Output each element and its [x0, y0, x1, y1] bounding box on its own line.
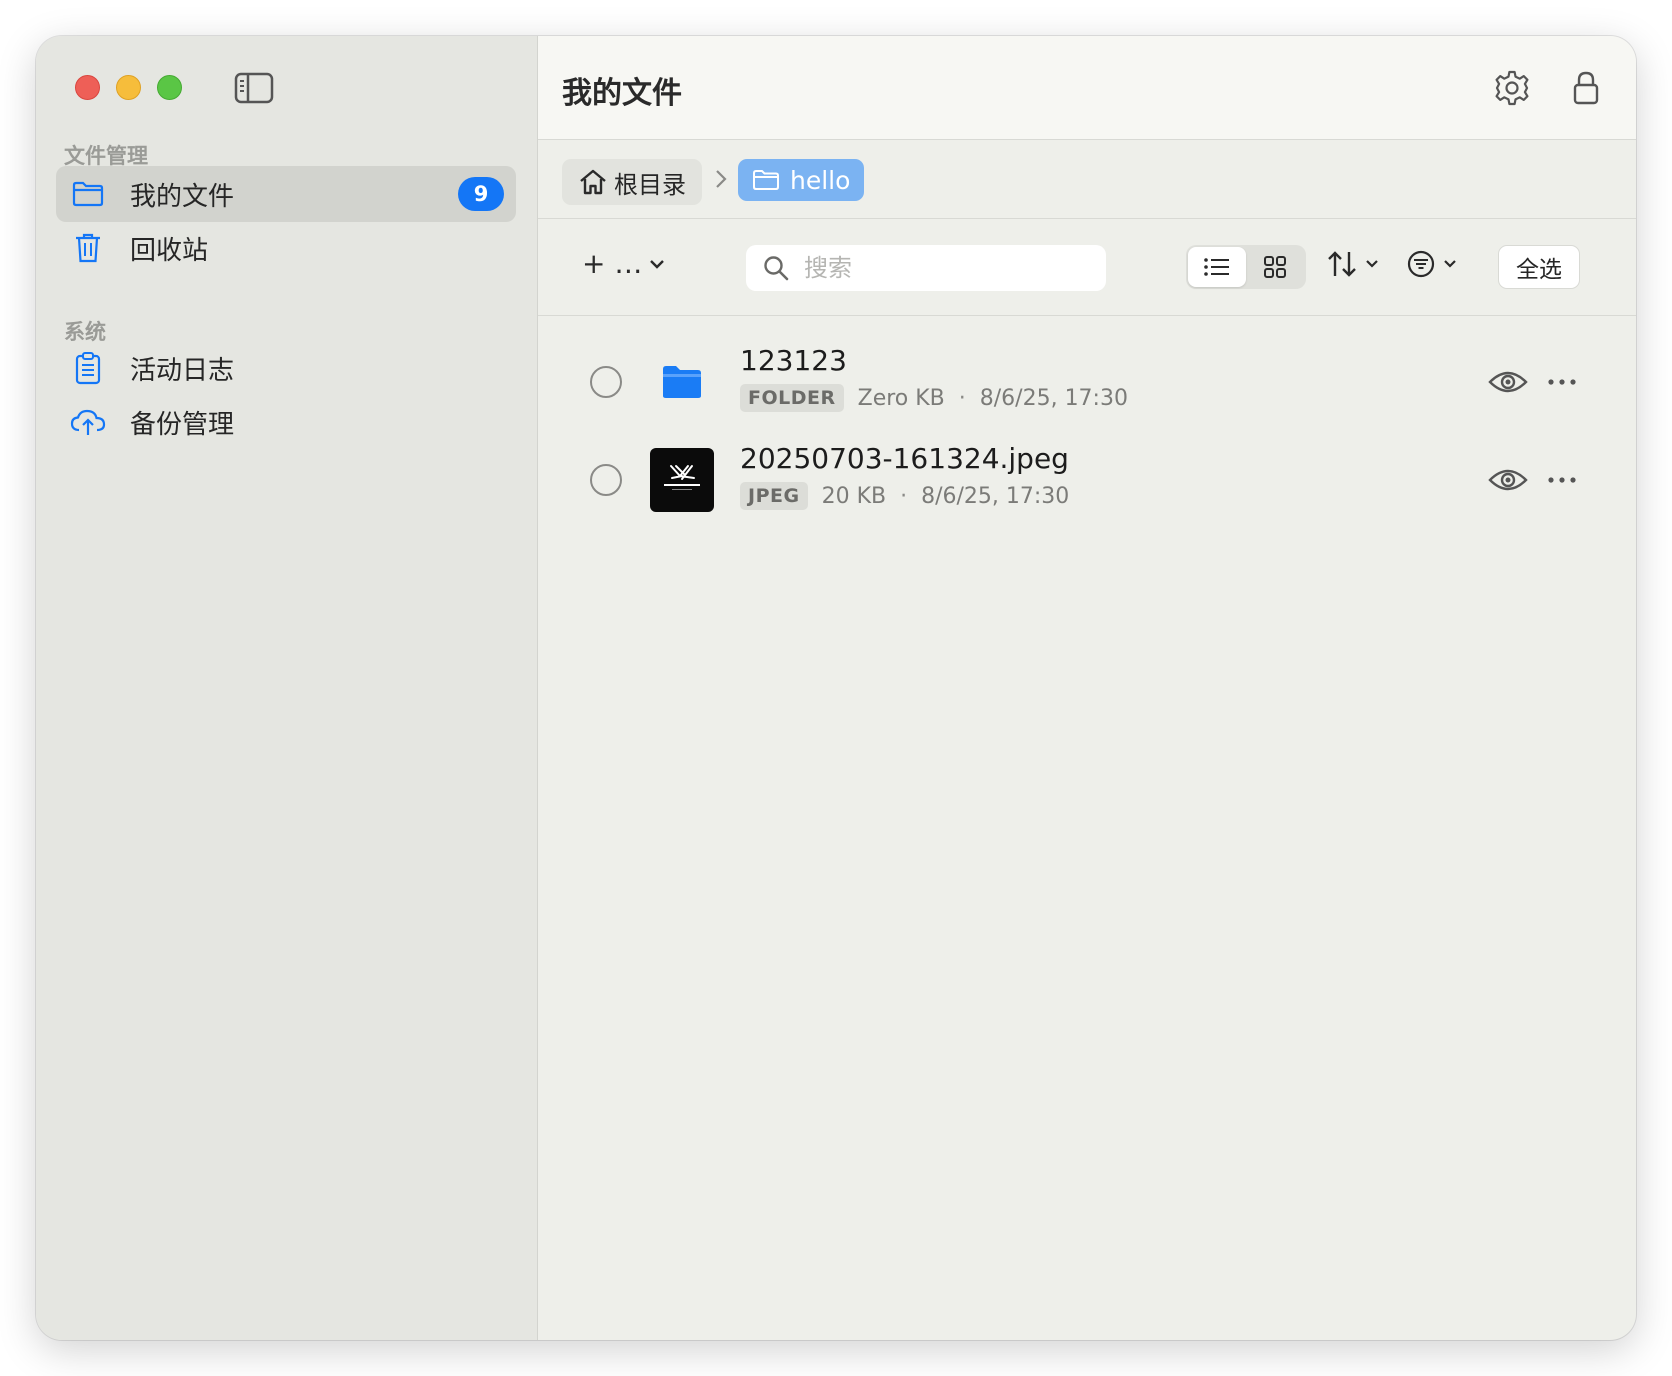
lock-icon[interactable] [1564, 66, 1608, 110]
file-meta: FOLDER Zero KB · 8/6/25, 17:30 [740, 384, 1128, 412]
preview-eye-icon[interactable] [1488, 362, 1528, 402]
count-badge: 9 [458, 177, 504, 211]
sidebar-item-label: 活动日志 [130, 355, 235, 386]
minimize-window-button[interactable] [116, 75, 141, 100]
clipboard-icon [70, 350, 106, 386]
sidebar-item-activity-log[interactable]: 活动日志 [56, 340, 516, 396]
list-icon [1204, 258, 1229, 276]
sidebar-item-trash[interactable]: 回收站 [56, 220, 516, 276]
cloud-upload-icon [70, 404, 106, 440]
row-select-radio[interactable] [590, 366, 622, 398]
filter-button[interactable] [1406, 249, 1458, 279]
page-title: 我的文件 [562, 76, 682, 111]
chevron-down-icon [650, 259, 665, 269]
trash-icon [70, 230, 106, 266]
add-menu-button[interactable]: + … [582, 247, 666, 280]
sort-arrows-icon [1328, 251, 1356, 277]
app-window: 文件管理 我的文件 9 回收站 系统 活动日志 备份管理 我的文件 根目录 he… [36, 36, 1636, 1340]
zoom-window-button[interactable] [157, 75, 182, 100]
file-row[interactable]: 20250703-161324.jpeg JPEG 20 KB · 8/6/25… [538, 434, 1636, 526]
breadcrumb-current-label: hello [790, 165, 851, 195]
file-meta: JPEG 20 KB · 8/6/25, 17:30 [740, 482, 1069, 510]
sidebar-item-my-files[interactable]: 我的文件 9 [56, 166, 516, 222]
sort-button[interactable] [1326, 249, 1380, 279]
sidebar-item-backup[interactable]: 备份管理 [56, 394, 516, 450]
folder-filled-icon [650, 350, 714, 414]
folder-icon [70, 176, 106, 212]
file-name: 20250703-161324.jpeg [740, 442, 1069, 475]
add-label: + … [582, 247, 643, 280]
preview-eye-icon[interactable] [1488, 460, 1528, 500]
main-content: 我的文件 根目录 hello + … 搜索 全选 123123 FOLDER Z… [538, 36, 1636, 1340]
chevron-right-icon [714, 168, 728, 194]
folder-outline-icon [753, 170, 779, 190]
sidebar-item-label: 我的文件 [130, 181, 235, 212]
grid-icon [1264, 256, 1286, 278]
grid-view-button[interactable] [1246, 247, 1304, 287]
settings-gear-icon[interactable] [1490, 66, 1534, 110]
sidebar: 文件管理 我的文件 9 回收站 系统 活动日志 备份管理 [36, 36, 538, 1340]
select-all-button[interactable]: 全选 [1498, 245, 1580, 289]
sidebar-item-label: 备份管理 [130, 409, 235, 440]
toolbar: + … 搜索 全选 [538, 219, 1636, 316]
list-view-button[interactable] [1188, 247, 1246, 287]
sidebar-item-label: 回收站 [130, 235, 209, 266]
chevron-down-icon [1444, 260, 1456, 268]
search-input[interactable] [804, 254, 1084, 282]
meta-separator: · [900, 483, 908, 509]
breadcrumb-current[interactable]: hello [738, 159, 865, 201]
more-options-icon[interactable] [1542, 460, 1582, 500]
more-options-icon[interactable] [1542, 362, 1582, 402]
breadcrumb-root-label: 根目录 [614, 170, 686, 199]
file-date: 8/6/25, 17:30 [921, 483, 1070, 509]
home-icon [580, 169, 606, 195]
file-size: Zero KB [857, 385, 945, 411]
file-type-badge: JPEG [740, 482, 808, 510]
row-select-radio[interactable] [590, 464, 622, 496]
window-controls [75, 75, 182, 100]
header: 我的文件 [538, 36, 1636, 140]
breadcrumb: 根目录 hello [538, 140, 1636, 219]
file-date: 8/6/25, 17:30 [979, 385, 1128, 411]
search-box [746, 245, 1106, 291]
breadcrumb-root[interactable]: 根目录 [562, 159, 702, 205]
view-mode-toggle [1186, 245, 1306, 289]
meta-separator: · [958, 385, 966, 411]
file-name: 123123 [740, 344, 847, 377]
filter-icon [1407, 250, 1435, 278]
sidebar-toggle-icon[interactable] [232, 70, 276, 106]
chevron-down-icon [1366, 260, 1378, 268]
close-window-button[interactable] [75, 75, 100, 100]
file-type-badge: FOLDER [740, 384, 844, 412]
file-row[interactable]: 123123 FOLDER Zero KB · 8/6/25, 17:30 [538, 336, 1636, 428]
search-icon [764, 256, 789, 281]
file-size: 20 KB [821, 483, 887, 509]
image-thumbnail [650, 448, 714, 512]
